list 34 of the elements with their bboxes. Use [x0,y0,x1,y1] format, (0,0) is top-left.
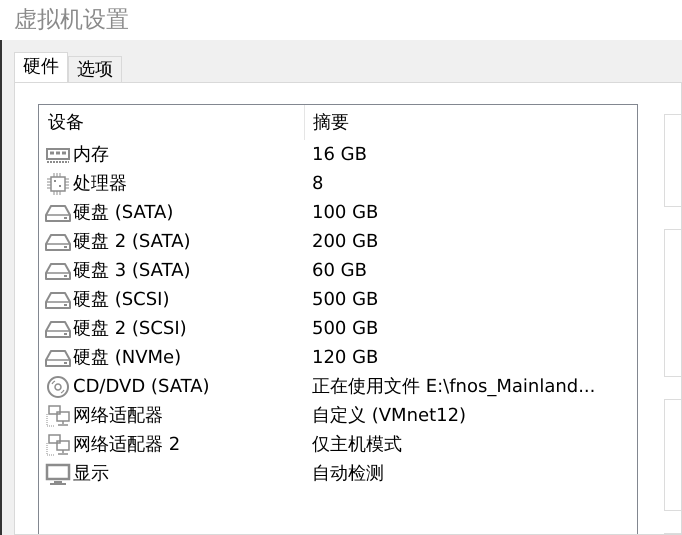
device-name: CD/DVD (SATA) [73,375,210,399]
device-name: 硬盘 (SATA) [73,201,174,225]
device-name: 硬盘 (NVMe) [73,346,182,370]
disc-icon [44,374,72,398]
device-summary: 仅主机模式 [312,433,402,457]
device-name: 硬盘 2 (SCSI) [73,317,187,341]
device-summary: 120 GB [312,346,378,370]
device-name: 网络适配器 2 [73,433,180,457]
device-name: 硬盘 3 (SATA) [73,259,191,283]
chip-icon [44,172,72,196]
device-summary: 500 GB [312,317,378,341]
device-summary: 100 GB [312,201,378,225]
window-title: 虚拟机设置 [14,6,129,35]
device-summary: 60 GB [312,259,367,283]
device-name: 硬盘 (SCSI) [73,288,170,312]
device-name: 显示 [73,462,109,486]
device-summary: 自定义 (VMnet12) [312,404,466,428]
device-summary: 16 GB [312,143,367,167]
column-header: 设备 [48,111,84,135]
device-summary: 200 GB [312,230,378,254]
device-name: 网络适配器 [73,404,163,428]
device-name: 硬盘 2 (SATA) [73,230,191,254]
network-icon [44,432,72,456]
device-summary: 正在使用文件 E:\fnos_Mainland... [312,375,596,399]
device-name: 内存 [73,143,109,167]
column-header: 摘要 [313,112,349,133]
tab[interactable]: 选项 [68,56,122,82]
network-icon [44,404,72,428]
monitor-icon [44,462,72,486]
device-summary: 500 GB [312,288,378,312]
device-summary: 8 [312,172,324,196]
tab[interactable]: 硬件 [14,52,68,82]
device-name: 处理器 [73,172,127,196]
device-summary: 自动检测 [312,462,384,486]
